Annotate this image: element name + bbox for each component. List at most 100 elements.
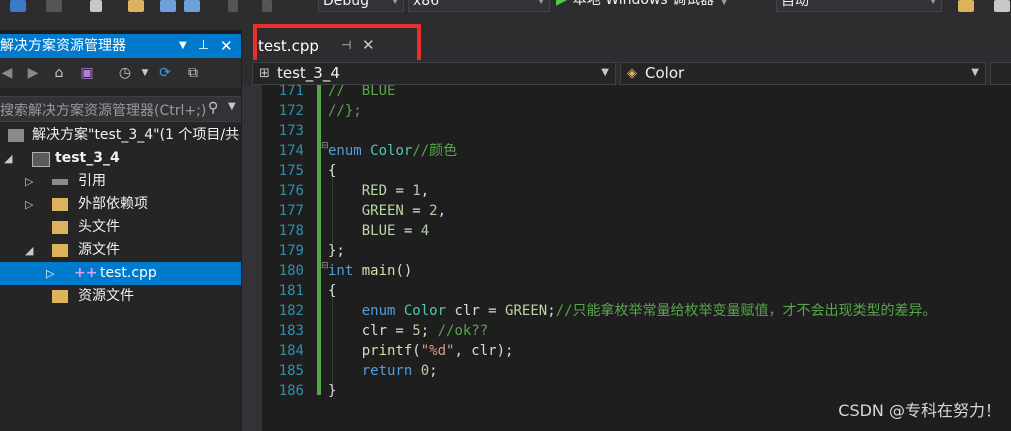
code-line: RED = 1,: [361, 183, 430, 199]
collapsed-arrow-icon[interactable]: ▷: [46, 262, 54, 285]
tree-item-references[interactable]: ▷ 引用: [0, 170, 241, 193]
tree-item-label: test.cpp: [100, 265, 157, 281]
line-number: 180: [278, 263, 304, 279]
find-icon[interactable]: [958, 0, 974, 12]
search-icon[interactable]: ⚲: [208, 100, 218, 116]
solution-config-value: Debug: [323, 0, 370, 9]
line-number: 176: [278, 183, 304, 199]
forward-icon[interactable]: ▶: [24, 64, 42, 82]
solution-explorer-panel: 解决方案资源管理器 ▼ ⊥ ✕ ◀ ▶ ⌂ ▣ ◷ ▼ ⟳ ⧉ 搜索解决方案资源…: [0, 34, 241, 431]
code-line: printf("%d", clr);: [361, 343, 514, 359]
split-select[interactable]: [990, 62, 1011, 85]
tree-item-label: 解决方案"test_3_4"(1 个项目/共: [32, 127, 240, 143]
sync-icon[interactable]: ⟳: [156, 64, 174, 82]
save-icon[interactable]: [160, 0, 176, 12]
line-number: 175: [278, 163, 304, 179]
tree-item-test-cpp[interactable]: ▷ ++ test.cpp: [0, 262, 241, 285]
code-line: {: [328, 163, 337, 179]
tree-item-label: 源文件: [78, 242, 120, 258]
scope-value: test_3_4: [277, 64, 340, 82]
line-number: 184: [278, 343, 304, 359]
code-line: GREEN = 2,: [361, 203, 447, 219]
open-file-icon[interactable]: [128, 0, 144, 12]
play-icon: ▶: [556, 0, 567, 8]
chevron-down-icon[interactable]: ▼: [228, 101, 236, 112]
code-line: return 0;: [361, 363, 438, 379]
code-editor[interactable]: 171 172 173 174 175 176 177 178 179 180 181 182 183 1…: [242, 85, 1011, 431]
main-toolbar: Debug ▼ x86 ▼ ▶ 本地 Windows 调试器 ▼ 自动 ▼: [0, 0, 1011, 30]
window-icon[interactable]: [994, 0, 1010, 12]
home-icon[interactable]: ⌂: [50, 64, 68, 82]
line-number: 185: [278, 363, 304, 379]
code-line: // BLUE: [328, 85, 396, 99]
line-number: 177: [278, 203, 304, 219]
tree-item-solution[interactable]: 解决方案"test_3_4"(1 个项目/共: [0, 124, 241, 147]
project-icon: ⊞: [259, 66, 270, 81]
debugger-label: 本地 Windows 调试器: [572, 0, 715, 8]
tree-item-label: test_3_4: [55, 150, 120, 166]
panel-title: 解决方案资源管理器: [0, 38, 126, 54]
line-number: 171: [278, 85, 304, 99]
solution-explorer-titlebar: 解决方案资源管理器 ▼ ⊥ ✕: [0, 34, 241, 58]
code-line: };: [328, 243, 345, 259]
platform-select[interactable]: x86 ▼: [408, 0, 550, 12]
chevron-down-icon: ▼: [929, 0, 937, 6]
expanded-arrow-icon[interactable]: ◢: [4, 147, 12, 170]
line-number: 173: [278, 123, 304, 139]
panel-menu-icon[interactable]: ▼: [179, 34, 187, 58]
line-number: 174: [278, 143, 304, 159]
back-icon[interactable]: ◀: [0, 64, 16, 82]
line-number: 179: [278, 243, 304, 259]
pin-icon[interactable]: ⊥: [198, 34, 209, 58]
new-project-icon[interactable]: [90, 0, 102, 12]
search-input[interactable]: 搜索解决方案资源管理器(Ctrl+;): [0, 100, 206, 120]
code-line: {: [328, 283, 337, 299]
tree-item-header-files[interactable]: 头文件: [0, 216, 241, 239]
folder-open-icon: [52, 244, 68, 257]
chevron-down-icon[interactable]: ▼: [136, 64, 154, 82]
folder-icon: [52, 290, 68, 303]
references-icon: [52, 179, 68, 185]
platform-value: x86: [413, 0, 440, 9]
chevron-down-icon: ▼: [971, 67, 979, 78]
tree-item-label: 外部依赖项: [78, 196, 148, 212]
forward-icon[interactable]: [46, 0, 62, 12]
tree-item-resource-files[interactable]: 资源文件: [0, 285, 241, 308]
solution-explorer-search[interactable]: 搜索解决方案资源管理器(Ctrl+;) ⚲ ▼: [0, 96, 241, 122]
collapse-all-icon[interactable]: ⧉: [184, 64, 202, 82]
back-icon[interactable]: [10, 0, 26, 12]
code-line: clr = 5; //ok??: [328, 323, 489, 339]
code-line: BLUE = 4: [361, 223, 430, 239]
chevron-down-icon: ▼: [720, 0, 728, 7]
solution-config-select[interactable]: Debug ▼: [318, 0, 404, 12]
collapsed-arrow-icon[interactable]: ▷: [25, 193, 33, 216]
tree-item-label: 头文件: [78, 219, 120, 235]
cpp-file-icon: ++: [74, 265, 98, 281]
start-debugger-button[interactable]: ▶ 本地 Windows 调试器 ▼: [556, 0, 728, 10]
code-line: enum Color//颜色: [328, 143, 458, 159]
pending-changes-icon[interactable]: ◷: [116, 64, 134, 82]
enum-icon: ◈: [627, 66, 637, 81]
debug-mode-select[interactable]: 自动 ▼: [776, 0, 942, 12]
navigation-bar: ⊞ test_3_4 ▼ ◈ Color ▼: [242, 60, 1011, 85]
change-tracking-bar: [317, 85, 321, 395]
chevron-down-icon: ▼: [601, 67, 609, 78]
tree-item-label: 资源文件: [78, 288, 134, 304]
undo-icon[interactable]: [228, 0, 238, 12]
switch-views-icon[interactable]: ▣: [78, 64, 96, 82]
redo-icon[interactable]: [262, 0, 272, 12]
tree-item-project[interactable]: ◢ test_3_4: [0, 147, 241, 170]
tree-item-external-deps[interactable]: ▷ 外部依赖项: [0, 193, 241, 216]
expanded-arrow-icon[interactable]: ◢: [25, 239, 33, 262]
indicator-margin: [242, 85, 262, 431]
scope-select[interactable]: ⊞ test_3_4 ▼: [252, 62, 616, 85]
save-all-icon[interactable]: [184, 0, 200, 12]
close-icon[interactable]: ✕: [220, 34, 233, 58]
code-line: int main(): [328, 263, 413, 279]
tree-item-source-files[interactable]: ◢ 源文件: [0, 239, 241, 262]
folder-icon: [52, 221, 68, 234]
member-select[interactable]: ◈ Color ▼: [620, 62, 986, 85]
line-number: 181: [278, 283, 304, 299]
collapsed-arrow-icon[interactable]: ▷: [25, 170, 33, 193]
tree-item-label: 引用: [78, 173, 106, 189]
